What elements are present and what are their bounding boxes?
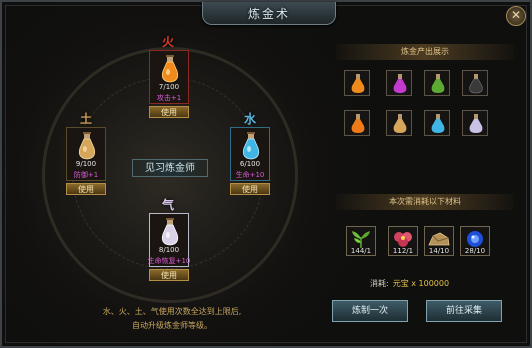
material-count: 28/10 [464,247,486,255]
earth-count: 9/100 [75,160,97,168]
material-slot[interactable]: 28/10 [460,226,490,256]
fire-slot: 7/100 攻击+1 使用 [149,50,189,118]
water-potion-icon [242,132,260,160]
orange-potion-icon [351,74,365,93]
output-item[interactable] [424,110,450,136]
close-icon[interactable]: ✕ [506,6,526,26]
output-item[interactable] [344,70,370,96]
qi-count: 8/100 [158,246,180,254]
earth-potion-icon [78,132,96,160]
go-gather-button[interactable]: 前往采集 [426,300,502,322]
title-plate: 炼金术 [202,2,336,25]
earth-slot: 9/100 防御+1 使用 [66,127,106,195]
earth-label: 土 [80,112,93,126]
qi-label: 气 [162,198,175,212]
water-slot-frame[interactable]: 6/100 生命+10 [230,127,270,181]
herb-icon [352,231,370,248]
cost-line: 消耗: 元宝 x 100000 [370,278,449,289]
output-title: 炼金产出展示 [336,44,514,60]
cost-label: 消耗: [370,279,389,288]
earth-slot-frame[interactable]: 9/100 防御+1 [66,127,106,181]
material-slot[interactable]: 112/1 [388,226,418,256]
craft-once-button[interactable]: 炼制一次 [332,300,408,322]
output-item[interactable] [386,70,412,96]
ore-icon [428,232,450,246]
qi-slot-frame[interactable]: 8/100 生命恢复+10 [147,213,191,267]
water-slot: 6/100 生命+10 使用 [230,127,270,195]
purple-potion-icon [393,74,407,93]
alchemist-rank: 见习炼金师 [132,159,208,177]
earth-use-button[interactable]: 使用 [66,183,106,195]
orange-potion-icon [351,114,365,133]
output-item[interactable] [344,110,370,136]
window-title: 炼金术 [247,7,290,21]
cyan-potion-icon [431,114,445,133]
water-bonus: 生命+10 [235,171,265,179]
fire-slot-frame[interactable]: 7/100 攻击+1 [149,50,189,104]
output-item[interactable] [462,110,488,136]
materials-title: 本次需消耗以下材料 [336,194,514,210]
fire-label: 火 [162,35,175,49]
qi-use-button[interactable]: 使用 [149,269,189,281]
material-slot[interactable]: 14/10 [424,226,454,256]
blue-crystal-icon [467,231,483,247]
flower-icon [394,232,412,247]
material-count: 14/10 [428,247,450,255]
material-count: 144/1 [350,247,372,255]
material-slot[interactable]: 144/1 [346,226,376,256]
qi-bonus: 生命恢复+10 [147,257,191,265]
material-count: 112/1 [392,247,414,255]
amber-potion-icon [393,114,407,133]
output-item[interactable] [462,70,488,96]
hint-line-1: 水、火、土、气使用次数全达到上限后, [102,307,242,316]
output-item[interactable] [424,70,450,96]
qi-slot: 8/100 生命恢复+10 使用 [147,213,191,281]
output-item[interactable] [386,110,412,136]
violet-potion-icon [469,114,483,133]
water-label: 水 [244,112,257,126]
fire-use-button[interactable]: 使用 [149,106,189,118]
black-potion-icon [469,74,483,94]
fire-potion-icon [161,55,179,83]
alchemy-window: 炼金术 ✕ 火 7/100 攻击+1 使用 土 9/100 防御+1 使用 水 … [0,0,532,348]
cost-value: 元宝 x 100000 [392,279,450,288]
water-use-button[interactable]: 使用 [230,183,270,195]
green-potion-icon [431,74,445,93]
qi-potion-icon [161,218,179,246]
fire-bonus: 攻击+1 [156,94,182,102]
earth-bonus: 防御+1 [73,171,99,179]
fire-count: 7/100 [158,83,180,91]
water-count: 6/100 [239,160,261,168]
hint-line-2: 自动升级炼金师等级。 [132,321,212,330]
